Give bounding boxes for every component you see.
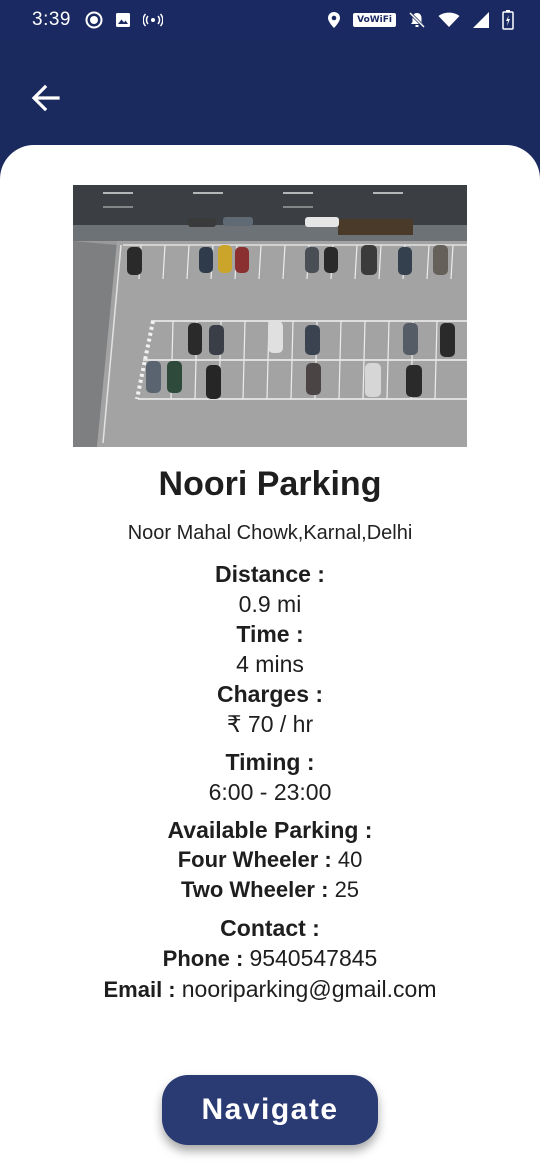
phone-value[interactable]: 9540547845 <box>249 945 377 971</box>
signal-icon <box>473 12 489 28</box>
image-icon <box>115 13 130 27</box>
status-bar: 3:39 VoWiFi <box>0 0 540 40</box>
email-value[interactable]: nooriparking@gmail.com <box>182 976 437 1002</box>
charges-value: ₹ 70 / hr <box>226 711 314 737</box>
parking-lot-image <box>73 185 467 447</box>
two-wheeler-label: Two Wheeler : <box>180 877 329 902</box>
status-right-icons: VoWiFi <box>327 10 514 30</box>
distance-label: Distance : <box>215 561 325 587</box>
timing-label: Timing : <box>225 749 315 775</box>
parking-title: Noori Parking <box>158 465 382 503</box>
vowifi-badge: VoWiFi <box>353 13 396 27</box>
available-parking-label: Available Parking : <box>167 817 373 843</box>
back-button[interactable] <box>28 80 64 116</box>
status-time: 3:39 <box>32 9 71 30</box>
wifi-icon <box>438 12 460 27</box>
timing-value: 6:00 - 23:00 <box>208 779 332 805</box>
hotspot-icon <box>142 13 163 27</box>
details-card: Noori Parking Noor Mahal Chowk,Karnal,De… <box>0 145 540 1170</box>
mute-icon <box>408 11 426 29</box>
parking-lot-illustration <box>73 185 467 447</box>
time-value: 4 mins <box>236 651 304 677</box>
navigate-button[interactable]: Navigate <box>162 1075 378 1145</box>
phone-row: Phone : 9540547845 <box>0 943 540 974</box>
app-bar <box>0 40 540 160</box>
distance-value: 0.9 mi <box>238 591 302 617</box>
email-row: Email : nooriparking@gmail.com <box>0 974 540 1005</box>
status-left-icons <box>85 11 163 29</box>
parking-address: Noor Mahal Chowk,Karnal,Delhi <box>127 522 413 544</box>
two-wheeler-row: Two Wheeler : 25 <box>0 875 540 905</box>
parking-details: Noori Parking Noor Mahal Chowk,Karnal,De… <box>0 457 540 1005</box>
four-wheeler-label: Four Wheeler : <box>177 847 332 872</box>
four-wheeler-row: Four Wheeler : 40 <box>0 845 540 875</box>
four-wheeler-value: 40 <box>337 847 363 872</box>
two-wheeler-value: 25 <box>334 877 360 902</box>
email-label: Email : <box>103 977 176 1002</box>
battery-icon <box>502 10 514 30</box>
location-icon <box>328 12 341 28</box>
arrow-left-icon <box>31 84 60 112</box>
record-icon <box>85 11 103 29</box>
charges-label: Charges : <box>216 681 324 707</box>
contact-label: Contact : <box>220 915 320 941</box>
time-label: Time : <box>236 621 304 647</box>
phone-label: Phone : <box>162 946 244 971</box>
